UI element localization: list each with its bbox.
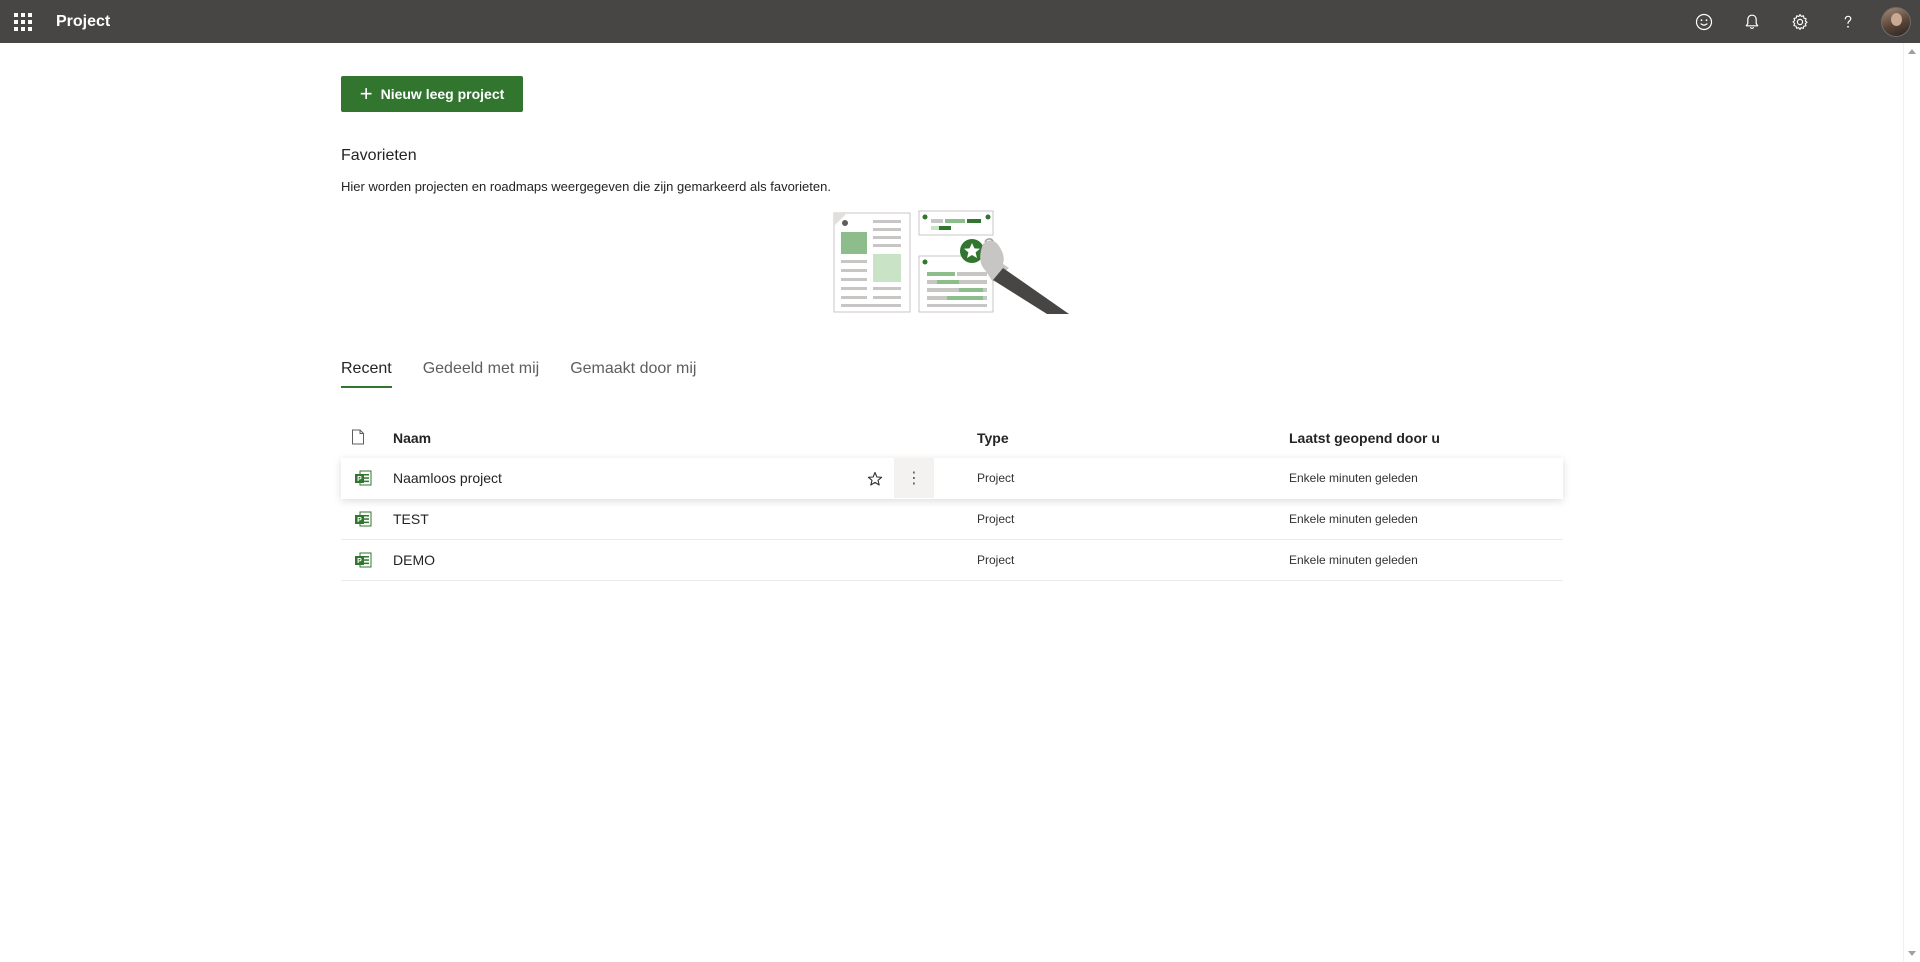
project-file-icon: P — [354, 470, 372, 491]
help-icon — [1844, 15, 1852, 28]
app-launcher-button[interactable] — [0, 0, 45, 43]
page-scrollbar[interactable] — [1903, 43, 1920, 962]
more-options-icon[interactable]: ⋮ — [894, 458, 934, 498]
project-last-opened: Enkele minuten geleden — [1289, 471, 1418, 485]
project-type: Project — [977, 553, 1015, 567]
table-header: Naam Type Laatst geopend door u — [341, 418, 1563, 458]
favorites-title: Favorieten — [341, 147, 417, 164]
project-type: Project — [977, 471, 1015, 485]
bell-icon — [1745, 14, 1759, 29]
new-blank-project-button[interactable]: + Nieuw leeg project — [341, 76, 523, 112]
scroll-down-arrow-icon[interactable] — [1908, 951, 1916, 956]
project-tabs: Recent Gedeeld met mij Gemaakt door mij — [341, 360, 727, 388]
table-row[interactable]: P Naamloos project ⋮ Project Enkele minu… — [341, 458, 1563, 499]
feedback-button[interactable] — [1680, 0, 1728, 43]
new-blank-project-label: Nieuw leeg project — [380, 86, 505, 102]
app-title[interactable]: Project — [56, 13, 110, 31]
settings-button[interactable] — [1776, 0, 1824, 43]
suite-bar: Project — [0, 0, 1920, 43]
account-button[interactable] — [1872, 0, 1920, 43]
project-last-opened: Enkele minuten geleden — [1289, 553, 1418, 567]
project-type: Project — [977, 512, 1015, 526]
column-header-type[interactable]: Type — [977, 430, 1009, 446]
tab-recent[interactable]: Recent — [341, 360, 392, 388]
feedback-smiley-icon — [1695, 13, 1713, 30]
table-row[interactable]: P DEMO Project Enkele minuten geleden — [341, 540, 1563, 581]
project-name[interactable]: DEMO — [393, 552, 435, 568]
svg-text:P: P — [357, 517, 362, 524]
svg-text:P: P — [357, 558, 362, 565]
scroll-up-arrow-icon[interactable] — [1908, 49, 1916, 54]
projects-table: Naam Type Laatst geopend door u P Naamlo… — [341, 418, 1563, 581]
svg-text:P: P — [357, 476, 362, 483]
suite-actions — [1680, 0, 1920, 43]
notifications-button[interactable] — [1728, 0, 1776, 43]
tab-shared-with-me[interactable]: Gedeeld met mij — [423, 360, 540, 388]
column-header-name[interactable]: Naam — [393, 430, 431, 446]
file-type-header-icon[interactable] — [351, 429, 365, 448]
help-button[interactable] — [1824, 0, 1872, 43]
project-file-icon: P — [354, 552, 372, 573]
favorite-star-icon[interactable] — [860, 464, 890, 494]
table-row[interactable]: P TEST Project Enkele minuten geleden — [341, 499, 1563, 540]
favorites-illustration — [833, 210, 1069, 314]
avatar — [1881, 6, 1911, 37]
project-file-icon: P — [354, 511, 372, 532]
tab-created-by-me[interactable]: Gemaakt door mij — [570, 360, 696, 388]
gear-icon — [1792, 13, 1808, 30]
plus-icon: + — [359, 81, 373, 106]
app-launcher-icon — [13, 12, 32, 31]
project-name[interactable]: TEST — [393, 511, 429, 527]
column-header-last-opened[interactable]: Laatst geopend door u — [1289, 430, 1440, 446]
project-name[interactable]: Naamloos project — [393, 470, 502, 486]
project-last-opened: Enkele minuten geleden — [1289, 512, 1418, 526]
favorites-description: Hier worden projecten en roadmaps weerge… — [341, 179, 831, 194]
